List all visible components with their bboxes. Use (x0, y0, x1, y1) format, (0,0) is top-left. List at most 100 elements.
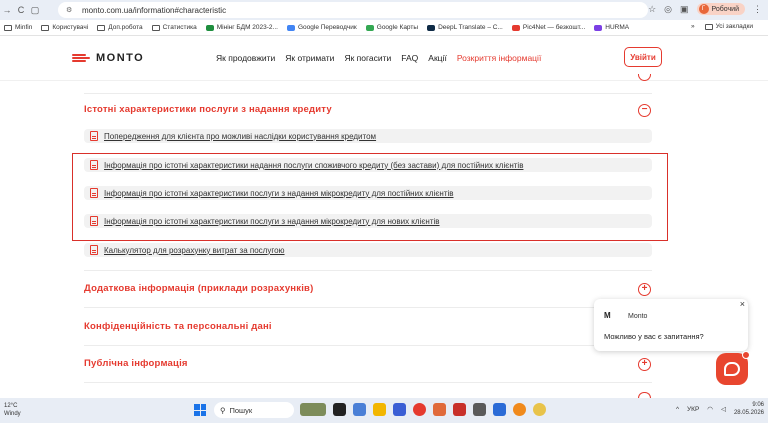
folder-icon (41, 24, 50, 31)
chevron-up-icon[interactable]: ^ (676, 406, 679, 413)
reload-icon[interactable]: C (14, 5, 28, 15)
folder-icon (704, 23, 713, 30)
word-icon[interactable] (493, 403, 506, 416)
divider (84, 93, 652, 94)
chat-popup: × M Monto Можливо у вас є запитання? (594, 299, 748, 351)
chat-icon (724, 362, 740, 376)
bookmark-item[interactable]: Google Карты (365, 24, 418, 31)
chat-message[interactable]: Можливо у вас є запитання? (604, 332, 704, 341)
bookmark-item[interactable]: Pic4Net — безкошт... (511, 24, 585, 31)
widgets-icon[interactable] (353, 403, 366, 416)
weather-widget[interactable]: 12°C Windy (4, 402, 21, 418)
bookmarks-bar: Minfin Користувачі Доп.робота Статистика… (0, 20, 768, 36)
pic4net-icon (511, 24, 520, 31)
photos-icon[interactable] (453, 403, 466, 416)
bookmark-item[interactable]: Статистика (151, 24, 197, 31)
windows-start-icon[interactable] (194, 404, 206, 416)
extensions-icon[interactable]: ▣ (680, 4, 689, 15)
close-icon[interactable]: × (740, 299, 745, 309)
url-text: monto.com.ua/information#characteristic (82, 5, 227, 15)
folder-icon (151, 24, 160, 31)
bookmark-item[interactable]: Мінінг БДМ 2023-2... (205, 24, 278, 31)
star-icon[interactable]: ☆ (648, 4, 656, 15)
photo-editor-icon[interactable] (473, 403, 486, 416)
taskbar-apps (300, 403, 546, 416)
bookmark-item[interactable]: Доп.робота (97, 24, 143, 31)
logo[interactable]: MONTO (72, 52, 144, 64)
sidebar-icon[interactable]: ▢ (28, 5, 42, 16)
firefox-icon[interactable] (513, 403, 526, 416)
doc-link[interactable]: Інформація про істотні характеристики по… (84, 214, 652, 228)
section-title-public-info[interactable]: Публічна інформація (84, 358, 188, 369)
task-view-icon[interactable] (333, 403, 346, 416)
clock[interactable]: 9:06 28.05.2026 (734, 401, 764, 417)
pdf-icon (90, 188, 98, 198)
folder-icon (97, 24, 106, 31)
chat-button[interactable] (716, 351, 750, 385)
bookmark-item[interactable]: DeepL Translate – С... (427, 24, 503, 31)
maps-icon (365, 24, 374, 31)
forward-icon[interactable]: → (0, 5, 14, 15)
search-icon: ⚲ (220, 405, 226, 415)
profile-avatar: Г (698, 4, 709, 14)
wifi-icon[interactable]: ◠ (707, 405, 713, 413)
bookmarks-more-button[interactable]: » (691, 23, 695, 30)
hurma-icon (594, 24, 603, 31)
doc-link[interactable]: Попередження для клієнта про можливі нас… (84, 129, 652, 143)
divider (84, 270, 652, 271)
site-info-icon[interactable]: ⚙ (66, 6, 76, 14)
deepl-icon (427, 24, 436, 31)
bookmark-item[interactable]: Користувачі (41, 24, 88, 31)
chat-avatar: M (604, 311, 611, 320)
paint-icon[interactable] (433, 403, 446, 416)
bookmark-item[interactable]: Google Переводчик (286, 24, 357, 31)
bookmark-item[interactable]: HURMA (594, 24, 629, 31)
browser-actions: ☆ ◎ ▣ Г Робочий ⋮ (648, 3, 762, 15)
expand-plus-icon[interactable]: + (638, 358, 651, 371)
pdf-icon (90, 131, 98, 141)
section-title-examples[interactable]: Додаткова інформація (приклади розрахунк… (84, 283, 313, 294)
site-header: MONTO Як продовжити Як отримати Як погас… (0, 37, 768, 81)
nav-item-disclosure[interactable]: Розкриття інформації (457, 53, 542, 63)
section-title-characteristics[interactable]: Істотні характеристики послуги з надання… (84, 104, 332, 115)
sheets-icon (205, 24, 214, 31)
login-button[interactable]: Увійти (624, 47, 662, 67)
system-tray: ^ УКР ◠ ◁ 9:06 28.05.2026 (676, 401, 764, 417)
nav-item-promotions[interactable]: Акції (428, 53, 447, 63)
divider (84, 382, 652, 383)
chat-name: Monto (628, 313, 648, 320)
logo-arrow-icon (72, 53, 92, 63)
section-title-privacy[interactable]: Конфіденційність та персональні дані (84, 321, 272, 332)
folder-icon (4, 24, 12, 31)
menu-icon[interactable]: ⋮ (753, 4, 762, 15)
pdf-icon (90, 216, 98, 226)
expand-plus-icon[interactable]: + (638, 283, 651, 296)
news-icon[interactable] (300, 403, 326, 416)
nav-item-faq[interactable]: FAQ (401, 53, 418, 63)
bookmark-item[interactable]: Minfin (4, 24, 32, 31)
language-indicator[interactable]: УКР (687, 406, 699, 413)
profile-label: Робочий (711, 5, 739, 13)
file-explorer-icon[interactable] (373, 403, 386, 416)
nav-item-how-to-extend[interactable]: Як продовжити (216, 53, 275, 63)
doc-link[interactable]: Інформація про істотні характеристики по… (84, 186, 652, 200)
taskbar-search[interactable]: ⚲ Пошук (214, 402, 294, 418)
pdf-icon (90, 160, 98, 170)
volume-icon[interactable]: ◁ (721, 405, 726, 413)
all-bookmarks-button[interactable]: Усі закладки (704, 23, 753, 30)
divider (84, 307, 652, 308)
nav-item-how-to-get[interactable]: Як отримати (285, 53, 334, 63)
nav-item-how-to-repay[interactable]: Як погасити (344, 53, 391, 63)
doc-link[interactable]: Інформація про істотні характеристики на… (84, 158, 652, 172)
taskbar: 12°C Windy ⚲ Пошук ^ УКР ◠ ◁ 9:06 28.05.… (0, 398, 768, 423)
chrome-icon[interactable] (533, 403, 546, 416)
doc-link[interactable]: Калькулятор для розрахунку витрат за пос… (84, 243, 652, 257)
camera-icon[interactable]: ◎ (664, 4, 672, 15)
main-nav: Як продовжити Як отримати Як погасити FA… (216, 53, 541, 63)
mail-icon[interactable] (393, 403, 406, 416)
divider (84, 345, 652, 346)
collapse-minus-icon[interactable]: − (638, 104, 651, 117)
address-bar[interactable]: ⚙ monto.com.ua/information#characteristi… (58, 2, 648, 18)
opera-icon[interactable] (413, 403, 426, 416)
profile-button[interactable]: Г Робочий (696, 3, 745, 15)
